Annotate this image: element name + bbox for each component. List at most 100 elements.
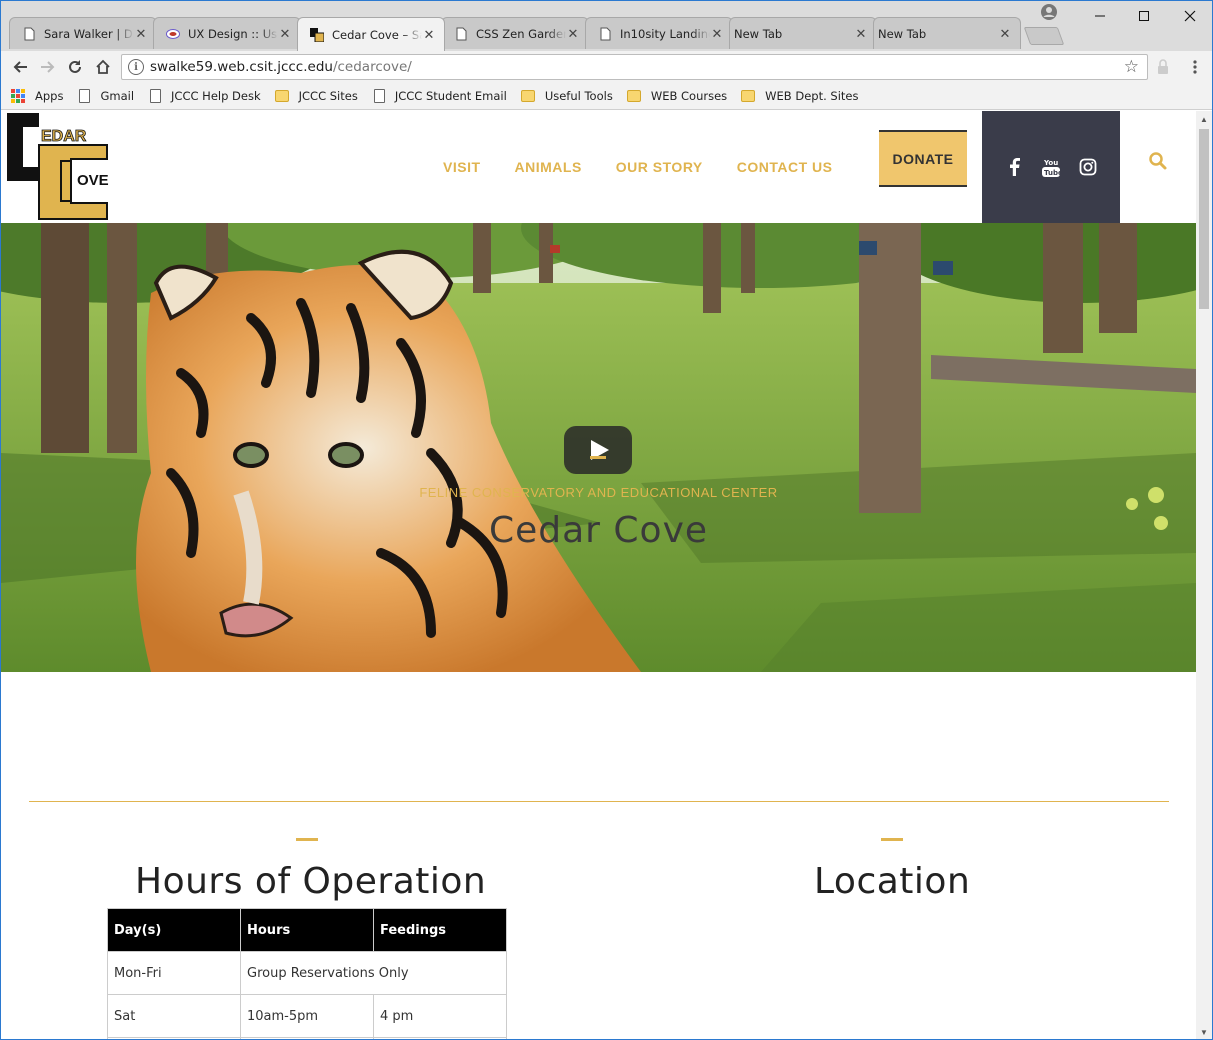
- tab-title: In10sity Landing: [620, 26, 710, 41]
- new-tab-button[interactable]: [1023, 27, 1065, 45]
- bookmark-jccc-sites[interactable]: JCCC Sites: [274, 89, 358, 103]
- bookmark-web-courses[interactable]: WEB Courses: [626, 89, 728, 103]
- tab-in10sity[interactable]: In10sity Landing ✕: [585, 17, 733, 49]
- cell-feedings: 4 pm: [373, 994, 507, 1038]
- profile-icon[interactable]: [1040, 3, 1058, 21]
- site-logo-icon: [166, 27, 180, 41]
- page-scrollbar[interactable]: ▲ ▼: [1196, 111, 1212, 1039]
- accent-bar: [881, 838, 903, 841]
- svg-text:OVE: OVE: [77, 172, 109, 189]
- search-icon[interactable]: [1148, 151, 1168, 171]
- nav-animals[interactable]: ANIMALS: [515, 159, 582, 175]
- svg-text:Tube: Tube: [1044, 169, 1060, 177]
- bookmark-label: JCCC Student Email: [394, 89, 507, 103]
- close-icon[interactable]: ✕: [854, 26, 868, 42]
- close-window-button[interactable]: [1167, 1, 1212, 31]
- page-viewport: EDAR OVE VISIT ANIMALS OUR STORY CONTACT…: [1, 111, 1196, 1039]
- cell-hours: 10am-5pm: [240, 994, 374, 1038]
- hero-title: Cedar Cove: [488, 510, 709, 551]
- close-icon[interactable]: ✕: [998, 26, 1012, 42]
- bookmark-label: JCCC Help Desk: [171, 89, 261, 103]
- back-button[interactable]: [8, 55, 32, 79]
- folder-icon: [274, 90, 289, 102]
- bookmark-label: Apps: [35, 89, 64, 103]
- bookmark-star-icon[interactable]: ☆: [1124, 57, 1139, 77]
- page-icon: [79, 89, 91, 103]
- nav-contact-us[interactable]: CONTACT US: [737, 159, 833, 175]
- back-arrow-icon: [13, 61, 27, 73]
- maximize-button[interactable]: [1121, 1, 1167, 31]
- bookmark-label: WEB Courses: [650, 89, 728, 103]
- bookmark-label: Useful Tools: [544, 89, 613, 103]
- hero-video[interactable]: FELINE CONSERVATORY AND EDUCATIONAL CENT…: [1, 223, 1196, 672]
- bookmark-useful-tools[interactable]: Useful Tools: [520, 89, 613, 103]
- bookmark-label: WEB Dept. Sites: [765, 89, 859, 103]
- close-icon[interactable]: ✕: [710, 26, 724, 42]
- youtube-icon[interactable]: You Tube: [1041, 157, 1061, 177]
- scroll-down-arrow[interactable]: ▼: [1196, 1024, 1212, 1039]
- extension-lock-icon[interactable]: [1151, 55, 1175, 79]
- close-icon[interactable]: ✕: [134, 26, 148, 42]
- scroll-thumb[interactable]: [1199, 129, 1209, 309]
- scroll-up-arrow[interactable]: ▲: [1196, 111, 1212, 127]
- close-icon[interactable]: ✕: [422, 27, 436, 43]
- nav-our-story[interactable]: OUR STORY: [616, 159, 703, 175]
- tab-strip: Sara Walker | Dig ✕ UX Design :: User ✕ …: [1, 1, 1212, 51]
- page-icon: [598, 27, 612, 41]
- tab-new-tab[interactable]: New Tab ✕: [729, 17, 877, 49]
- location-title: Location: [814, 861, 971, 902]
- tab-css-zen-garden[interactable]: CSS Zen Garden ✕: [441, 17, 589, 49]
- cedar-cove-logo[interactable]: EDAR OVE: [5, 111, 127, 221]
- tab-ux-design[interactable]: UX Design :: User ✕: [153, 17, 301, 49]
- minimize-button[interactable]: [1077, 1, 1123, 31]
- menu-icon[interactable]: [1183, 55, 1207, 79]
- bookmark-jccc-help-desk[interactable]: JCCC Help Desk: [148, 89, 261, 103]
- cell-hours: Group Reservations Only: [240, 951, 507, 995]
- reload-button[interactable]: [63, 55, 87, 79]
- forward-button[interactable]: [36, 55, 60, 79]
- folder-icon: [741, 90, 756, 102]
- tab-new-tab-2[interactable]: New Tab ✕: [873, 17, 1021, 49]
- nav-visit[interactable]: VISIT: [443, 159, 481, 175]
- video-play-button[interactable]: [564, 426, 632, 474]
- address-bar[interactable]: i swalke59.web.csit.jccc.edu/cedarcove/ …: [121, 54, 1148, 80]
- social-links: You Tube: [982, 111, 1120, 223]
- browser-toolbar: i swalke59.web.csit.jccc.edu/cedarcove/ …: [1, 51, 1212, 83]
- tab-cedar-cove[interactable]: Cedar Cove – Sar ✕: [297, 17, 445, 51]
- column-header: Day(s): [107, 908, 241, 952]
- table-header-row: Day(s) Hours Feedings: [107, 908, 507, 952]
- info-icon[interactable]: i: [128, 59, 144, 75]
- folder-icon: [520, 90, 535, 102]
- tab-title: UX Design :: User: [188, 26, 278, 41]
- tab-title: CSS Zen Garden: [476, 26, 566, 41]
- folder-icon: [626, 90, 641, 102]
- apps-grid-icon: [11, 89, 25, 103]
- home-icon: [96, 59, 110, 74]
- tab-sara-walker[interactable]: Sara Walker | Dig ✕: [9, 17, 157, 49]
- svg-text:EDAR: EDAR: [41, 128, 87, 145]
- bookmarks-bar: Apps Gmail JCCC Help Desk JCCC Sites JCC…: [1, 83, 1212, 110]
- page-icon: [373, 89, 385, 103]
- donate-button[interactable]: DONATE: [879, 130, 967, 187]
- bookmark-web-dept-sites[interactable]: WEB Dept. Sites: [741, 89, 858, 103]
- close-icon[interactable]: ✕: [278, 26, 292, 42]
- page-icon: [22, 27, 36, 41]
- tab-title: Sara Walker | Dig: [44, 26, 134, 41]
- home-button[interactable]: [91, 55, 115, 79]
- table-row: Sat 10am-5pm 4 pm: [107, 994, 507, 1038]
- bookmark-gmail[interactable]: Gmail: [77, 89, 134, 103]
- tab-title: New Tab: [878, 26, 927, 41]
- table-row: Mon-Fri Group Reservations Only: [107, 951, 507, 995]
- close-icon[interactable]: ✕: [566, 26, 580, 42]
- column-header: Hours: [240, 908, 374, 952]
- cell-day: Mon-Fri: [107, 951, 241, 995]
- url-path: /cedarcove/: [332, 59, 412, 75]
- bookmark-apps[interactable]: Apps: [11, 89, 63, 103]
- section-divider: [29, 801, 1169, 802]
- bookmark-jccc-student-email[interactable]: JCCC Student Email: [372, 89, 507, 103]
- site-header: EDAR OVE VISIT ANIMALS OUR STORY CONTACT…: [1, 111, 1196, 223]
- instagram-icon[interactable]: [1078, 157, 1098, 177]
- accent-bar: [590, 456, 606, 459]
- facebook-icon[interactable]: [1004, 157, 1024, 177]
- url-host: swalke59.web.csit.jccc.edu: [150, 59, 333, 75]
